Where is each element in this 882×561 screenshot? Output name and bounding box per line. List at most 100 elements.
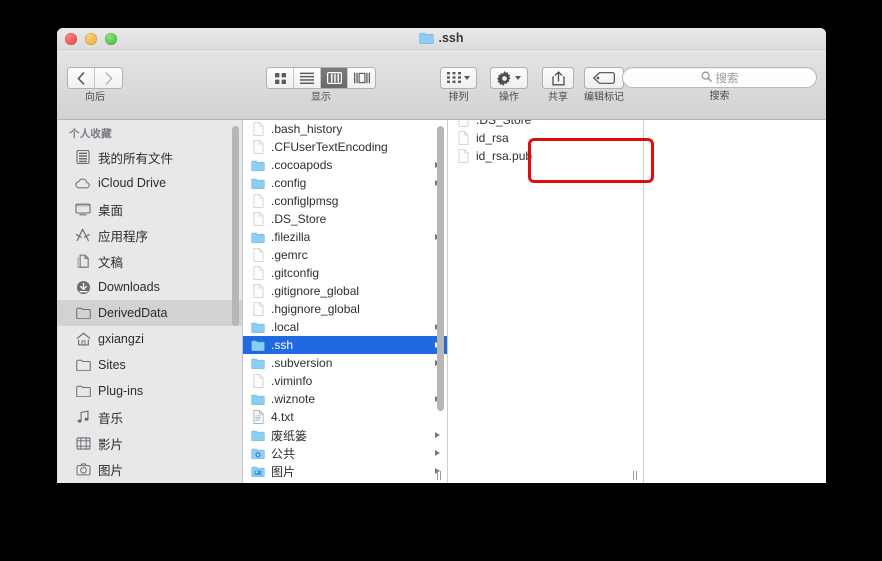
music-icon xyxy=(75,409,91,425)
column-row[interactable]: .gitignore_global xyxy=(243,282,447,300)
column-row[interactable]: 4.txt xyxy=(243,408,447,426)
column-row[interactable]: .cocoapods xyxy=(243,156,447,174)
column-row[interactable]: .ssh xyxy=(243,336,447,354)
column-row[interactable]: 图片 xyxy=(243,462,447,480)
column-row[interactable]: .bash_history xyxy=(243,120,447,138)
sidebar-item-我的所有文件[interactable]: 我的所有文件 xyxy=(57,144,242,170)
finder-window: .ssh 向后 显示 排列 操作 共享 编辑标记 搜索 搜索 个人收藏 我的所有… xyxy=(57,28,826,483)
file-icon xyxy=(251,122,265,137)
file-icon xyxy=(251,302,265,317)
blue-folder-icon xyxy=(419,32,435,45)
column-row[interactable]: .viminfo xyxy=(243,372,447,390)
column-row[interactable]: .gemrc xyxy=(243,246,447,264)
column-row-label: .config xyxy=(271,176,307,190)
arrange-label: 排列 xyxy=(448,92,469,103)
column-view-button[interactable] xyxy=(321,68,348,88)
column-row[interactable]: .local xyxy=(243,318,447,336)
tags-label: 编辑标记 xyxy=(584,92,624,103)
column-row[interactable]: .configlpmsg xyxy=(243,192,447,210)
folder-icon xyxy=(75,305,91,321)
column-row-label: .hgignore_global xyxy=(271,302,360,316)
sidebar-item-sites[interactable]: Sites xyxy=(57,352,242,378)
sidebar-item-label: 我的所有文件 xyxy=(98,151,174,166)
file-icon xyxy=(456,131,470,146)
column-row-label: 文稿 xyxy=(271,481,295,484)
column-row-label: .bash_history xyxy=(271,122,343,136)
sidebar-section-header: 个人收藏 xyxy=(69,128,112,140)
window-titlebar[interactable]: .ssh xyxy=(57,28,826,50)
gallery-view-button[interactable] xyxy=(348,68,375,88)
sidebar-item-label: 应用程序 xyxy=(98,229,149,244)
column-row-label: .wiznote xyxy=(271,392,316,406)
sidebar-item-音乐[interactable]: 音乐 xyxy=(57,404,242,430)
column-ssh[interactable]: .DS_Store id_rsa id_rsa.pub xyxy=(448,120,644,483)
column-row[interactable]: 文稿 xyxy=(243,480,447,484)
column-row[interactable]: id_rsa.pub xyxy=(448,147,643,165)
column-ssh-resize-handle[interactable] xyxy=(630,470,639,481)
chevron-down-icon xyxy=(464,76,470,80)
search-input[interactable]: 搜索 xyxy=(622,67,817,88)
column-row[interactable]: 废纸篓 xyxy=(243,426,447,444)
sidebar-item-label: Plug-ins xyxy=(98,384,144,398)
sidebar-item-uploads[interactable]: uploads xyxy=(57,482,242,483)
column-row[interactable]: .config xyxy=(243,174,447,192)
column-row[interactable]: .subversion xyxy=(243,354,447,372)
file-icon xyxy=(251,212,265,227)
window-body: 个人收藏 我的所有文件 iCloud Drive 桌面应用程序文稿 Downloads… xyxy=(57,120,826,483)
column-home-scrollbar[interactable] xyxy=(437,126,444,411)
sidebar-item-plug-ins[interactable]: Plug-ins xyxy=(57,378,242,404)
column-row-label: .viminfo xyxy=(271,374,313,388)
forward-button[interactable] xyxy=(95,68,122,88)
sidebar-item-gxiangzi[interactable]: gxiangzi xyxy=(57,326,242,352)
sidebar-item-应用程序[interactable]: 应用程序 xyxy=(57,222,242,248)
file-icon xyxy=(251,266,265,281)
all-files-icon xyxy=(75,149,91,165)
sidebar-item-label: gxiangzi xyxy=(98,332,144,346)
column-row[interactable]: .DS_Store xyxy=(243,210,447,228)
list-view-button[interactable] xyxy=(294,68,321,88)
column-row[interactable]: .CFUserTextEncoding xyxy=(243,138,447,156)
sidebar-item-桌面[interactable]: 桌面 xyxy=(57,196,242,222)
search-icon xyxy=(701,69,712,87)
sidebar-item-label: iCloud Drive xyxy=(98,176,167,190)
column-row[interactable]: .wiznote xyxy=(243,390,447,408)
column-home[interactable]: .bash_history .CFUserTextEncoding .cocoapo… xyxy=(243,120,448,483)
sidebar: 个人收藏 我的所有文件 iCloud Drive 桌面应用程序文稿 Downloads… xyxy=(57,120,243,483)
arrange-button[interactable] xyxy=(440,67,477,89)
file-icon xyxy=(251,284,265,299)
edit-tags-button[interactable] xyxy=(584,67,624,89)
sidebar-item-icloud-drive[interactable]: iCloud Drive xyxy=(57,170,242,196)
search-group: 搜索 搜索 xyxy=(622,67,817,102)
share-group: 共享 xyxy=(542,67,574,103)
file-icon xyxy=(456,120,470,128)
blue-folder-icon xyxy=(251,176,265,191)
window-title: .ssh xyxy=(57,31,826,45)
icon-view-button[interactable] xyxy=(267,68,294,88)
sidebar-item-label: Downloads xyxy=(98,280,160,294)
blue-folder-icon xyxy=(251,428,265,443)
sidebar-item-deriveddata[interactable]: DerivedData xyxy=(57,300,242,326)
sidebar-item-downloads[interactable]: Downloads xyxy=(57,274,242,300)
sidebar-item-图片[interactable]: 图片 xyxy=(57,456,242,482)
column-row[interactable]: .hgignore_global xyxy=(243,300,447,318)
sidebar-item-文稿[interactable]: 文稿 xyxy=(57,248,242,274)
toolbar: 向后 显示 排列 操作 共享 编辑标记 搜索 搜索 xyxy=(57,50,826,120)
sidebar-item-影片[interactable]: 影片 xyxy=(57,430,242,456)
sidebar-item-label: 音乐 xyxy=(98,411,124,426)
blue-folder-icon xyxy=(251,230,265,245)
documents-icon xyxy=(75,253,91,269)
column-home-resize-handle[interactable] xyxy=(434,470,443,481)
disclosure-triangle-icon xyxy=(435,432,440,438)
column-row[interactable]: .DS_Store xyxy=(448,120,643,129)
column-row[interactable]: id_rsa xyxy=(448,129,643,147)
column-row[interactable]: 公共 xyxy=(243,444,447,462)
sidebar-scrollbar[interactable] xyxy=(232,126,239,326)
back-button[interactable] xyxy=(68,68,95,88)
column-row[interactable]: .gitconfig xyxy=(243,264,447,282)
column-row-label: .gemrc xyxy=(271,248,308,262)
column-row[interactable]: .filezilla xyxy=(243,228,447,246)
share-button[interactable] xyxy=(542,67,574,89)
column-preview[interactable] xyxy=(644,120,826,483)
blue-folder-icon xyxy=(251,392,265,407)
action-button[interactable] xyxy=(490,67,528,89)
